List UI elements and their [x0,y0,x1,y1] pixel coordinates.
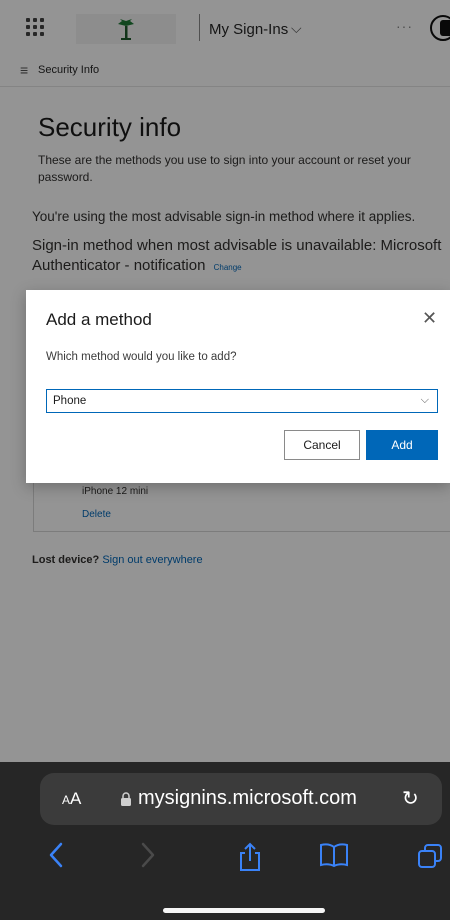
safari-toolbar: AA mysignins.microsoft.com ↻ [0,762,450,920]
tabs-icon [418,844,442,868]
forward-chevron-icon [141,842,155,868]
share-icon [240,842,260,871]
dialog-title: Add a method [46,310,152,329]
share-button[interactable] [230,842,270,882]
reader-options-button[interactable]: AA [62,789,81,809]
cancel-button[interactable]: Cancel [284,430,360,460]
lock-icon [121,792,131,806]
reload-icon[interactable]: ↻ [402,786,419,811]
aa-small: A [62,793,71,807]
home-indicator[interactable] [163,908,325,913]
forward-button[interactable] [128,842,168,882]
url-text[interactable]: mysignins.microsoft.com [138,787,357,810]
close-icon[interactable]: ✕ [422,308,437,329]
back-chevron-icon [49,842,63,868]
bookmarks-button[interactable] [314,842,354,882]
method-select[interactable]: Phone ⌵ [46,389,438,413]
aa-big: A [70,789,82,808]
back-button[interactable] [36,842,76,882]
method-select-value: Phone [53,395,87,407]
address-bar[interactable]: AA mysignins.microsoft.com ↻ [40,773,442,825]
chevron-down-icon: ⌵ [420,394,429,406]
add-method-dialog: Add a method ✕ Which method would you li… [26,290,450,483]
add-button[interactable]: Add [366,430,438,460]
tabs-button[interactable] [410,842,450,882]
dialog-question: Which method would you like to add? [46,351,237,363]
book-icon [320,843,348,868]
